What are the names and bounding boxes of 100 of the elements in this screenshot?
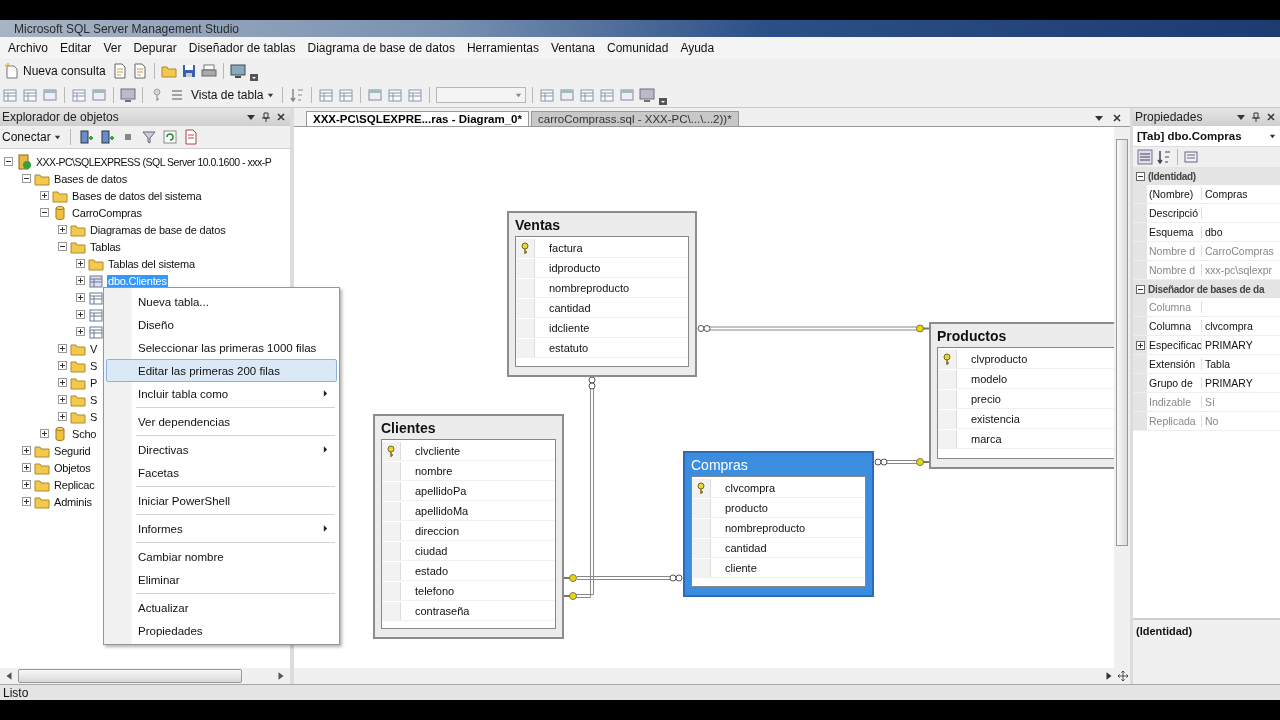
table-icon[interactable] — [386, 87, 403, 103]
tree-item[interactable]: S — [89, 359, 99, 372]
scroll-thumb[interactable] — [1116, 139, 1128, 546]
property-value[interactable]: clvcompra — [1205, 320, 1253, 332]
property-value[interactable]: dbo — [1205, 226, 1223, 238]
view-dropdown[interactable]: Vista de tabla — [189, 87, 276, 103]
property-value[interactable]: Tabla — [1205, 358, 1231, 370]
window-icon[interactable] — [366, 87, 383, 103]
menu-item[interactable]: Ventana — [544, 41, 601, 55]
sort-icon[interactable] — [1156, 149, 1172, 165]
menu-item[interactable]: Eliminar — [106, 568, 337, 591]
monitor-icon[interactable] — [229, 63, 246, 79]
scroll-thumb[interactable] — [18, 669, 242, 683]
tree-item[interactable]: S — [89, 393, 99, 406]
tree-item[interactable]: Replicac — [53, 478, 96, 491]
row-selector[interactable] — [382, 441, 401, 460]
table-icon[interactable] — [71, 87, 87, 103]
table-icon[interactable] — [337, 87, 354, 103]
printer-icon[interactable] — [200, 63, 217, 79]
tree-item[interactable]: XXX-PC\SQLEXPRESS (SQL Server 10.0.1600 - xxx-P — [35, 155, 273, 168]
expand-icon[interactable] — [22, 497, 31, 506]
menu-item[interactable]: Diseño — [106, 313, 337, 336]
menu-item[interactable]: Cambiar nombre — [106, 545, 337, 568]
table-shape[interactable]: Ventas factura idproducto nombreproducto cantidad idcliente estatuto — [507, 211, 697, 377]
collapse-icon[interactable] — [58, 242, 67, 251]
collapse-icon[interactable] — [1136, 171, 1145, 181]
menu-item[interactable]: Nueva tabla... — [106, 290, 337, 313]
tree-item[interactable]: S — [89, 410, 99, 423]
menu-item[interactable]: Facetas — [106, 461, 337, 484]
expand-icon[interactable] — [1135, 340, 1145, 350]
property-value[interactable]: Compras — [1205, 188, 1248, 200]
dropdown-icon[interactable] — [246, 112, 256, 122]
tree-item[interactable]: Diagramas de base de datos — [89, 223, 227, 236]
expand-icon[interactable] — [40, 429, 49, 438]
document-icon[interactable] — [111, 63, 128, 79]
window-icon[interactable] — [91, 87, 107, 103]
table-icon[interactable] — [2, 87, 18, 103]
table-shape[interactable]: Clientes clvcliente nombre apellidoPa apellidoMa direccion ciudad estado telefono contraseña — [373, 414, 564, 639]
property-value[interactable]: PRIMARY — [1205, 339, 1253, 351]
tree-item[interactable]: Scho — [71, 427, 98, 440]
table-icon[interactable] — [317, 87, 334, 103]
menu-item[interactable]: Comunidad — [601, 41, 675, 55]
row-selector[interactable] — [516, 238, 535, 257]
table-icon[interactable] — [578, 87, 595, 103]
expand-icon[interactable] — [22, 480, 31, 489]
connect-dropdown[interactable]: Conectar — [0, 129, 63, 145]
close-icon[interactable] — [1112, 113, 1122, 123]
menu-item[interactable]: Editar las primeras 200 filas — [106, 359, 337, 382]
tree-item[interactable]: Tablas — [89, 240, 122, 253]
collapse-icon[interactable] — [1136, 284, 1145, 294]
server-icon[interactable] — [77, 129, 94, 145]
tree-item[interactable]: Objetos — [53, 461, 92, 474]
save-icon[interactable] — [180, 63, 197, 79]
expand-icon[interactable] — [22, 463, 31, 472]
row-selector[interactable] — [692, 478, 711, 497]
scroll-right-icon[interactable] — [276, 671, 286, 681]
menu-item[interactable]: Editar — [54, 41, 98, 55]
row-selector[interactable] — [938, 349, 957, 368]
menu-item[interactable]: Archivo — [2, 41, 54, 55]
scroll-left-icon[interactable] — [4, 671, 14, 681]
table-shape[interactable]: Compras clvcompra producto nombreproducto cantidad cliente — [683, 451, 874, 597]
horizontal-scrollbar[interactable] — [294, 668, 1130, 684]
expand-icon[interactable] — [58, 225, 67, 234]
menu-item[interactable]: Iniciar PowerShell — [106, 489, 337, 512]
dropdown-icon[interactable] — [1094, 113, 1104, 123]
expand-icon[interactable] — [76, 327, 85, 336]
expand-icon[interactable] — [76, 276, 85, 285]
document-icon[interactable] — [131, 63, 148, 79]
table-shape[interactable]: Productos clvproducto modelo precio existencia marca — [929, 322, 1114, 469]
close-icon[interactable] — [276, 112, 286, 122]
scroll-right-icon[interactable] — [1104, 671, 1114, 681]
menu-item[interactable]: Propiedades — [106, 619, 337, 642]
expand-icon[interactable] — [40, 191, 49, 200]
menu-item[interactable]: Informes — [106, 517, 337, 540]
tree-item[interactable]: Tablas del sistema — [107, 257, 196, 270]
window-icon[interactable] — [42, 87, 58, 103]
document-icon[interactable] — [182, 129, 199, 145]
document-tab[interactable]: XXX-PC\SQLEXPRE...ras - Diagram_0* — [306, 111, 529, 126]
menu-item[interactable]: Diagrama de base de datos — [301, 41, 461, 55]
tree-item[interactable]: Bases de datos del sistema — [71, 189, 203, 202]
tree-item[interactable]: CarroCompras — [71, 206, 143, 219]
server-icon[interactable] — [98, 129, 115, 145]
tree-item[interactable]: P — [89, 376, 99, 389]
window-icon[interactable] — [618, 87, 635, 103]
tree-item[interactable]: Bases de datos — [53, 172, 129, 185]
menu-item[interactable]: Actualizar — [106, 596, 337, 619]
horizontal-scrollbar[interactable] — [0, 668, 290, 684]
menu-item[interactable]: Incluir tabla como — [106, 382, 337, 405]
close-icon[interactable] — [1266, 112, 1276, 122]
refresh-icon[interactable] — [161, 129, 178, 145]
tree-item[interactable]: Adminis — [53, 495, 93, 508]
new-query-button[interactable]: Nueva consulta — [2, 62, 108, 80]
expand-icon[interactable] — [58, 361, 67, 370]
funnel-icon[interactable] — [140, 129, 157, 145]
tree-item[interactable]: V — [89, 342, 99, 355]
expand-icon[interactable] — [58, 344, 67, 353]
document-tab[interactable]: carroComprass.sql - XXX-PC\...\...2))* — [531, 111, 739, 126]
expand-icon[interactable] — [58, 412, 67, 421]
expand-icon[interactable] — [22, 446, 31, 455]
move-icon[interactable] — [1118, 671, 1128, 681]
